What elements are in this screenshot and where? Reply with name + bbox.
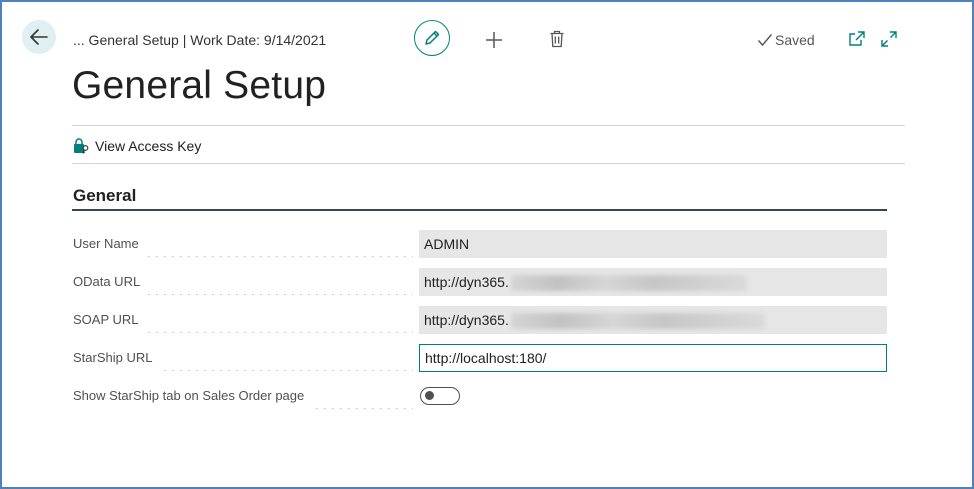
field-label-user-name: User Name [73, 231, 147, 257]
pencil-icon [425, 30, 440, 45]
field-label-starship-url: StarShip URL [73, 345, 161, 371]
saved-label: Saved [775, 32, 815, 48]
back-button[interactable] [22, 20, 56, 54]
show-starship-tab-label: Show StarShip tab on Sales Order page [73, 383, 313, 409]
plus-icon [486, 32, 502, 48]
page-title: General Setup [72, 64, 327, 107]
soap-url-label: SOAP URL [73, 307, 147, 333]
starship-url-input[interactable]: http://localhost:180/ [419, 344, 887, 372]
view-access-key-label: View Access Key [95, 138, 202, 154]
starship-url-value: http://localhost:180/ [425, 350, 547, 366]
toggle-knob [425, 391, 434, 400]
open-new-window-button[interactable] [847, 29, 867, 49]
section-rule [72, 209, 887, 211]
field-label-odata-url: OData URL [73, 269, 149, 295]
back-arrow-icon [30, 29, 48, 45]
odata-url-label: OData URL [73, 269, 149, 295]
field-label-show-starship-tab: Show StarShip tab on Sales Order page [73, 383, 313, 409]
popout-icon [849, 31, 865, 46]
expand-icon [881, 31, 897, 47]
saved-status: Saved [757, 32, 815, 48]
show-starship-tab-toggle[interactable] [420, 387, 460, 405]
soap-url-field[interactable]: http://dyn365. [419, 306, 887, 334]
redacted-text [510, 275, 747, 292]
divider-actions [72, 163, 905, 164]
odata-url-value: http://dyn365. [424, 274, 509, 290]
user-name-field[interactable]: ADMIN [419, 230, 887, 258]
divider-top [72, 125, 905, 126]
page-frame: ... General Setup | Work Date: 9/14/2021… [0, 0, 974, 489]
breadcrumb: ... General Setup | Work Date: 9/14/2021 [73, 32, 327, 48]
expand-button[interactable] [879, 29, 899, 49]
user-name-label: User Name [73, 231, 147, 257]
new-button[interactable] [482, 28, 506, 52]
edit-button[interactable] [414, 20, 450, 56]
user-name-value: ADMIN [424, 236, 470, 252]
trash-icon [550, 30, 564, 48]
field-label-soap-url: SOAP URL [73, 307, 147, 333]
redacted-text [510, 313, 765, 330]
delete-button[interactable] [546, 28, 568, 50]
odata-url-field[interactable]: http://dyn365. [419, 268, 887, 296]
view-access-key-action[interactable]: View Access Key [73, 138, 201, 154]
soap-url-value: http://dyn365. [424, 312, 509, 328]
key-lock-icon [74, 138, 89, 154]
starship-url-label: StarShip URL [73, 345, 161, 371]
section-title-general: General [73, 186, 137, 205]
checkmark-icon [757, 34, 773, 47]
